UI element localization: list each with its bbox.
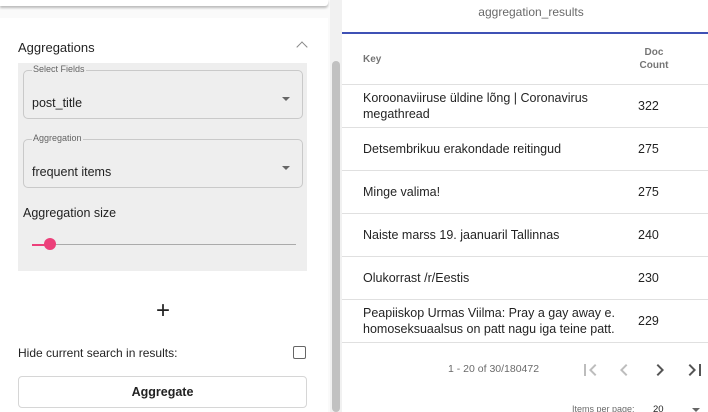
previous-page-button[interactable] [612, 358, 636, 382]
items-per-page-select[interactable]: 20 [653, 404, 664, 412]
row-key: Peapiiskop Urmas Viilma: Pray a gay away… [363, 306, 615, 336]
aggregate-button[interactable]: Aggregate [18, 376, 307, 408]
row-count: 275 [638, 185, 659, 199]
aggregations-header[interactable]: Aggregations [18, 40, 95, 55]
last-page-icon [688, 364, 701, 376]
left-scrollbar[interactable] [330, 0, 342, 412]
row-key: Koroonaviiruse üldine lõng | Coronavirus… [363, 91, 588, 121]
first-page-button[interactable] [578, 358, 602, 382]
select-fields-dropdown[interactable]: Select Fields post_title [23, 64, 303, 119]
column-header-doc-count[interactable]: Doc Count [634, 47, 674, 72]
aggregation-type-value: frequent items [32, 165, 112, 179]
aggregation-size-slider-track[interactable] [32, 244, 296, 245]
select-fields-label: Select Fields [32, 64, 86, 74]
table-row[interactable]: Detsembrikuu erakondade reitingud 275 [342, 128, 708, 171]
aggregation-size-label: Aggregation size [23, 206, 117, 220]
aggregation-type-label: Aggregation [32, 133, 83, 143]
results-table-body: Koroonaviiruse üldine lõng | Coronavirus… [342, 85, 708, 346]
row-count: 275 [638, 142, 659, 156]
table-row[interactable]: Olukorrast /r/Eestis 230 [342, 257, 708, 300]
row-key: Naiste marss 19. jaanuaril Tallinnas [363, 228, 560, 242]
table-row[interactable]: Peapiiskop Urmas Viilma: Pray a gay away… [342, 300, 708, 343]
left-scrollbar-thumb[interactable] [332, 61, 340, 412]
table-row[interactable]: Naiste marss 19. jaanuaril Tallinnas 240 [342, 214, 708, 257]
table-row[interactable]: Koroonaviiruse üldine lõng | Coronavirus… [342, 85, 708, 128]
select-fields-value: post_title [32, 96, 83, 110]
column-header-doc-count-line1: Doc [644, 47, 664, 58]
row-count: 229 [638, 314, 659, 328]
dropdown-arrow-icon[interactable] [692, 408, 700, 412]
chevron-right-icon [656, 364, 664, 376]
table-row[interactable]: Minge valima! 275 [342, 171, 708, 214]
aggregation-size-slider-thumb[interactable] [44, 238, 57, 250]
aggregation-form: Select Fields post_title Aggregation fre… [18, 63, 307, 271]
results-panel: aggregation_results Key Doc Count Koroon… [342, 0, 708, 412]
hide-search-checkbox[interactable] [293, 346, 306, 359]
column-header-key[interactable]: Key [363, 54, 381, 65]
row-key: Minge valima! [363, 185, 441, 199]
row-count: 240 [638, 228, 659, 242]
chevron-left-icon [620, 364, 628, 376]
results-tab-title[interactable]: aggregation_results [342, 5, 708, 19]
row-key: Olukorrast /r/Eestis [363, 271, 470, 285]
search-card-bottom-edge [0, 0, 328, 6]
last-page-button[interactable] [683, 358, 707, 382]
add-aggregation-button[interactable]: + [153, 299, 173, 323]
items-per-page-label: Items per page: [572, 404, 635, 412]
left-panel: Aggregations Select Fields post_title Ag… [0, 0, 330, 412]
row-key: Detsembrikuu erakondade reitingud [363, 142, 562, 156]
chevron-up-icon[interactable] [296, 41, 308, 53]
column-header-doc-count-line2: Count [639, 59, 669, 71]
first-page-icon [584, 364, 597, 376]
hide-search-label: Hide current search in results: [18, 346, 178, 360]
dropdown-arrow-icon [282, 97, 290, 101]
aggregation-type-dropdown[interactable]: Aggregation frequent items [23, 133, 303, 188]
next-page-button[interactable] [648, 358, 672, 382]
row-count: 322 [638, 99, 659, 113]
row-count: 230 [638, 271, 659, 285]
active-tab-indicator [342, 32, 708, 34]
dropdown-arrow-icon [282, 166, 290, 170]
paginator-range: 1 - 20 of 30/180472 [448, 363, 540, 375]
